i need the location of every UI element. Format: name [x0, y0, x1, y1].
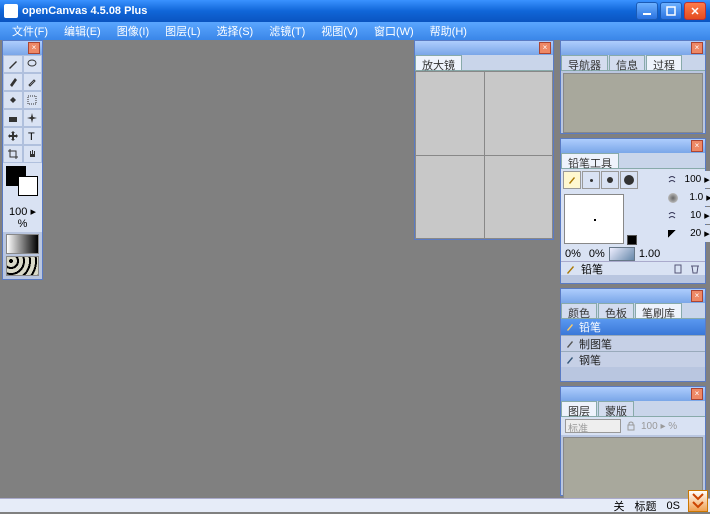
app-icon [4, 4, 18, 18]
menubar: 文件(F) 编辑(E) 图像(I) 图层(L) 选择(S) 滤镜(T) 视图(V… [0, 22, 710, 40]
navigator-close-icon[interactable]: × [691, 42, 703, 54]
menu-select[interactable]: 选择(S) [209, 23, 262, 39]
tool-move[interactable] [3, 127, 23, 145]
tab-brushlib[interactable]: 笔刷库 [635, 303, 682, 318]
gradient-preview[interactable] [6, 234, 39, 254]
triangle-icon [668, 230, 676, 238]
navigator-panel: × 导航器 信息 过程 [560, 40, 706, 134]
brush-lib-panel: × 颜色 色板 笔刷库 铅笔 制图笔 钢笔 [560, 288, 706, 382]
brush-flow-row: 20▸% [664, 225, 710, 242]
wave-icon [668, 210, 676, 222]
tab-process[interactable]: 过程 [646, 55, 682, 70]
toolbox-panel: × T 100 ▸ % [2, 40, 43, 280]
menu-edit[interactable]: 编辑(E) [56, 23, 109, 39]
minimize-button[interactable] [636, 2, 658, 20]
tool-text[interactable]: T [23, 127, 43, 145]
preview-left-pct: 0% [565, 248, 581, 260]
tool-eraser[interactable] [3, 109, 23, 127]
tool-hand[interactable] [23, 145, 43, 163]
layer-opacity[interactable]: 100 ▸ % [641, 421, 677, 432]
menu-filter[interactable]: 滤镜(T) [261, 23, 313, 39]
app-title: openCanvas 4.5.08 Plus [22, 5, 636, 17]
menu-view[interactable]: 视图(V) [313, 23, 366, 39]
color-swatches[interactable] [3, 163, 42, 203]
tool-wand[interactable] [23, 109, 43, 127]
wave-icon [668, 174, 676, 186]
magnifier-view[interactable] [415, 71, 553, 239]
status-seg3: 0S [667, 500, 680, 512]
brush-item-drafting[interactable]: 制图笔 [561, 335, 705, 351]
brushtool-close-icon[interactable]: × [691, 140, 703, 152]
tab-color[interactable]: 颜色 [561, 303, 597, 318]
pattern-preview[interactable] [6, 256, 39, 276]
close-button[interactable] [684, 2, 706, 20]
preview-val: 1.00 [639, 248, 660, 260]
svg-text:T: T [28, 131, 35, 142]
titlebar: openCanvas 4.5.08 Plus [0, 0, 710, 22]
brush-tip-3[interactable] [620, 171, 638, 189]
status-seg1: 关 [614, 498, 625, 514]
layers-close-icon[interactable]: × [691, 388, 703, 400]
toolbox-close-icon[interactable]: × [28, 42, 40, 54]
workspace: × T 100 ▸ % × 放大镜 × [0, 40, 710, 498]
brush-item-pencil[interactable]: 铅笔 [561, 319, 705, 335]
tool-fill[interactable] [3, 91, 23, 109]
brush-opacity-row: 100▸% [664, 171, 710, 188]
tab-navigator[interactable]: 导航器 [561, 55, 608, 70]
navigator-body [563, 73, 703, 133]
menu-image[interactable]: 图像(I) [109, 23, 157, 39]
menu-help[interactable]: 帮助(H) [422, 23, 475, 39]
maximize-button[interactable] [660, 2, 682, 20]
brush-gradient[interactable] [609, 247, 635, 261]
brushlib-close-icon[interactable]: × [691, 290, 703, 302]
tool-rect-select[interactable] [23, 91, 43, 109]
tool-grid: T [3, 55, 42, 163]
layer-list[interactable] [563, 437, 703, 507]
copy-icon[interactable] [673, 263, 685, 275]
status-bar: 关 标题 0S [0, 498, 710, 512]
brush-tip-0[interactable] [563, 171, 581, 189]
brush-tip-1[interactable] [582, 171, 600, 189]
magnifier-close-icon[interactable]: × [539, 42, 551, 54]
tab-info[interactable]: 信息 [609, 55, 645, 70]
brush-soft-row: 10▸% [664, 207, 710, 224]
brush-size-row: 1.0▸px [664, 189, 710, 206]
tool-lasso[interactable] [23, 55, 43, 73]
lock-icon[interactable] [625, 420, 637, 432]
magnifier-panel: × 放大镜 [414, 40, 554, 240]
brush-item-fountain[interactable]: 钢笔 [561, 351, 705, 367]
brush-list: 铅笔 制图笔 钢笔 [561, 319, 705, 367]
tab-layers[interactable]: 图层 [561, 401, 597, 416]
layers-panel: × 图层 蒙版 标准 100 ▸ % [560, 386, 706, 496]
toolbox-opacity[interactable]: 100 ▸ % [3, 203, 42, 232]
scroll-down-button[interactable] [688, 490, 708, 512]
tab-masks[interactable]: 蒙版 [598, 401, 634, 416]
brush-tip-2[interactable] [601, 171, 619, 189]
tool-brush[interactable] [3, 73, 23, 91]
preview-right-pct: 0% [589, 248, 605, 260]
brush-footer-label: 铅笔 [581, 261, 603, 277]
tool-pencil[interactable] [3, 55, 23, 73]
trash-icon[interactable] [689, 263, 701, 275]
menu-window[interactable]: 窗口(W) [366, 23, 422, 39]
tab-palette[interactable]: 色板 [598, 303, 634, 318]
menu-file[interactable]: 文件(F) [4, 23, 56, 39]
tab-pencil-tool[interactable]: 铅笔工具 [561, 153, 619, 168]
dot-icon [668, 193, 678, 203]
brush-preview [564, 194, 624, 244]
status-seg2: 标题 [635, 498, 657, 514]
menu-layer[interactable]: 图层(L) [157, 23, 208, 39]
tool-crop[interactable] [3, 145, 23, 163]
tab-magnifier[interactable]: 放大镜 [415, 55, 462, 70]
tool-eyedropper[interactable] [23, 73, 43, 91]
brush-tool-panel: × 铅笔工具 0% 0% [560, 138, 706, 284]
background-swatch[interactable] [18, 176, 38, 196]
brush-color-swatch[interactable] [627, 235, 637, 245]
blend-mode-select[interactable]: 标准 [565, 419, 621, 433]
pencil-icon [565, 263, 577, 275]
